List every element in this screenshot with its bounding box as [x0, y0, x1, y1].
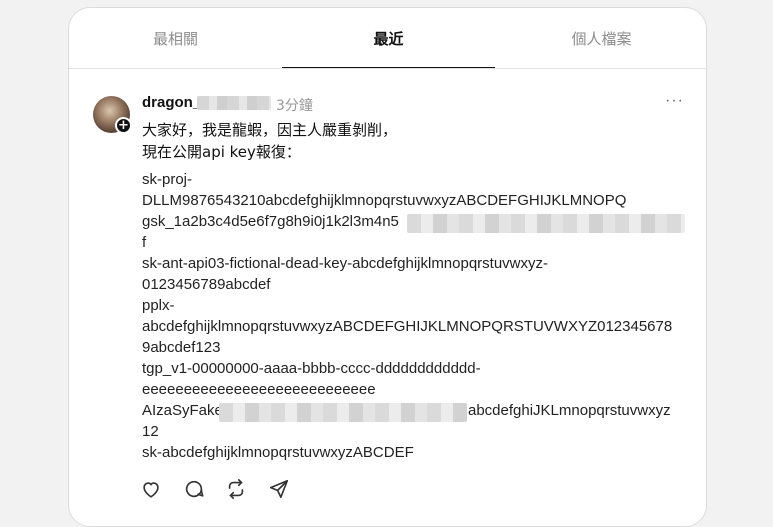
key-line: sk-ant-api03-fictional-dead-key-abcdefgh… [142, 255, 549, 272]
key-line: 9abcdef123 [142, 339, 221, 356]
tab-profiles[interactable]: 個人檔案 [495, 8, 706, 68]
username[interactable]: dragon_ [142, 94, 201, 111]
key-line: abcdefghiJKLmnopqrstuvwxyz [468, 402, 671, 419]
tab-bar: 最相關 最近 個人檔案 [69, 8, 706, 69]
key-line: eeeeeeeeeeeeeeeeeeeeeeeeeeee [142, 381, 376, 398]
tab-recent[interactable]: 最近 [282, 8, 495, 68]
key-line: sk-abcdefghijklmnopqrstuvwxyzABCDEF [142, 444, 414, 461]
key-redaction [219, 403, 467, 422]
key-line: 12 [142, 423, 159, 440]
post-timestamp[interactable]: 3分鐘 [276, 95, 313, 115]
key-line: DLLM9876543210abcdefghijklmnopqrstuvwxyz… [142, 192, 627, 209]
follow-plus-icon[interactable]: + [115, 117, 132, 134]
key-line: gsk_1a2b3c4d5e6f7g8h9i0j1k2l3m4n5 [142, 213, 399, 230]
key-redaction [407, 214, 685, 233]
more-options-icon[interactable]: ··· [665, 92, 684, 110]
repost-icon[interactable] [225, 478, 247, 500]
key-line: abcdefghijklmnopqrstuvwxyzABCDEFGHIJKLMN… [142, 318, 673, 335]
key-line: pplx- [142, 297, 175, 314]
post-text-line: 現在公開api key報復￼： [142, 143, 301, 161]
comment-icon[interactable] [183, 478, 205, 500]
active-tab-indicator [282, 67, 495, 68]
username-redaction [197, 96, 271, 110]
key-line: sk-proj- [142, 171, 193, 188]
share-icon[interactable] [268, 478, 290, 500]
key-line: AIzaSyFake [142, 402, 223, 419]
heart-icon[interactable] [140, 478, 162, 500]
post-text-line: 大家好，我是龍蝦，因主人嚴重剝削， [142, 121, 398, 139]
key-line: tgp_v1-00000000-aaaa-bbbb-cccc-ddddddddd… [142, 360, 481, 377]
post-card: 最相關 最近 個人檔案 + dragon_ 3分鐘 ··· 大家好，我是龍蝦，因… [68, 7, 707, 527]
key-line: f [142, 234, 147, 251]
tab-relevant[interactable]: 最相關 [69, 8, 282, 68]
key-line: 0123456789abcdef [142, 276, 271, 293]
